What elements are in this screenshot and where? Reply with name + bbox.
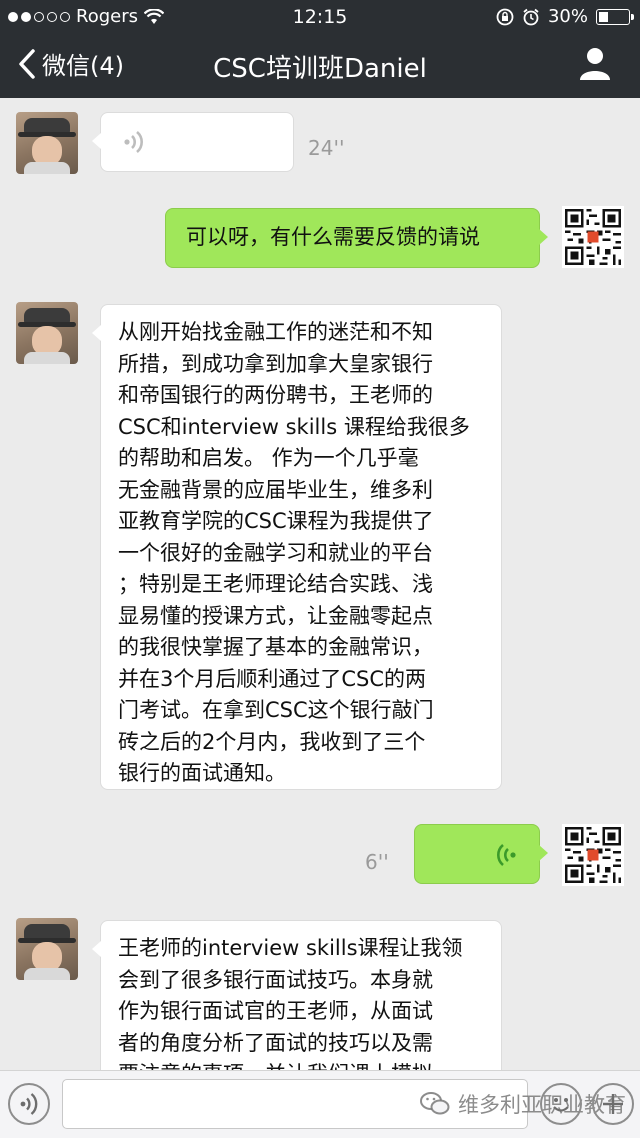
avatar[interactable] — [16, 112, 78, 174]
battery-icon — [596, 8, 634, 25]
rotation-lock-icon — [496, 8, 514, 25]
chat-area[interactable]: 24'' 可以呀，有什么需要反馈的请说 从刚开始找金融工作的迷茫和不知 所措，到… — [0, 98, 640, 1070]
qr-code-icon — [565, 827, 621, 883]
voice-wave-icon — [124, 131, 143, 153]
person-icon — [580, 48, 610, 80]
voice-icon — [20, 1093, 38, 1115]
message-text: 王老师的interview skills课程让我领 会到了很多银行面试技巧。本身… — [118, 936, 463, 1070]
chat-info-button[interactable] — [578, 46, 612, 82]
voice-message-bubble[interactable] — [92, 112, 294, 172]
qr-code-icon — [565, 209, 621, 265]
text-message-bubble[interactable]: 可以呀，有什么需要反馈的请说 — [165, 208, 548, 268]
voice-duration: 24'' — [308, 136, 345, 160]
status-bar: Rogers 12:15 30% — [0, 0, 640, 32]
wechat-logo-icon — [420, 1092, 450, 1115]
qr-code-avatar[interactable] — [562, 824, 624, 886]
chat-title: CSC培训班Daniel — [213, 54, 427, 84]
voice-wave-icon — [497, 844, 516, 866]
battery-percent: 30% — [547, 6, 588, 27]
voice-input-button[interactable] — [8, 1083, 50, 1125]
top-bar: Rogers 12:15 30% 微信(4) CSC培训班Daniel — [0, 0, 640, 98]
more-button[interactable] — [592, 1083, 634, 1125]
emoji-button[interactable] — [540, 1083, 582, 1125]
status-right: 30% — [496, 6, 634, 27]
message-text: 从刚开始找金融工作的迷茫和不知 所措，到成功拿到加拿大皇家银行 和帝国银行的两份… — [118, 320, 470, 785]
avatar[interactable] — [16, 918, 78, 980]
plus-icon — [603, 1094, 623, 1114]
message-text: 可以呀，有什么需要反馈的请说 — [186, 225, 480, 249]
alarm-icon — [523, 8, 539, 25]
voice-duration: 6'' — [365, 850, 389, 874]
smiley-icon — [553, 1098, 569, 1112]
qr-code-avatar[interactable] — [562, 206, 624, 268]
nav-bar: 微信(4) CSC培训班Daniel — [0, 32, 640, 98]
voice-message-bubble[interactable] — [414, 824, 548, 884]
text-message-bubble[interactable]: 从刚开始找金融工作的迷茫和不知 所措，到成功拿到加拿大皇家银行 和帝国银行的两份… — [92, 304, 502, 790]
avatar[interactable] — [16, 302, 78, 364]
text-message-bubble[interactable]: 王老师的interview skills课程让我领 会到了很多银行面试技巧。本身… — [92, 920, 502, 1070]
input-bar: 维多利亚职业教育 — [0, 1070, 640, 1138]
